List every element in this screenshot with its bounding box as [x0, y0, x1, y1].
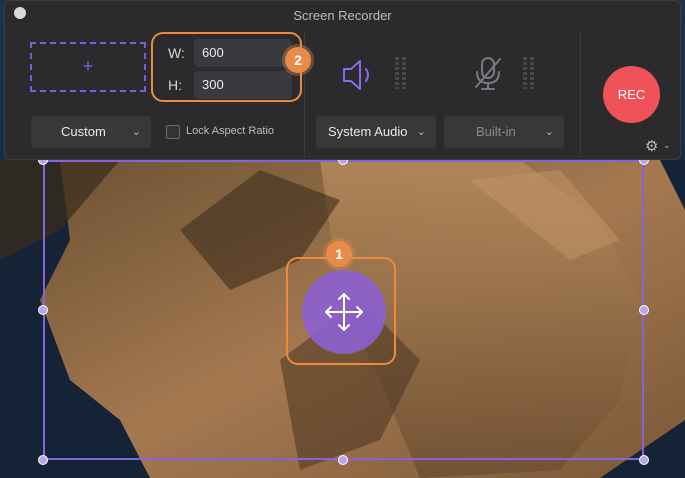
resize-handle-left[interactable] — [38, 305, 48, 315]
callout-highlight-move — [286, 257, 396, 365]
mic-level-meter — [530, 57, 534, 89]
microphone-muted-icon[interactable] — [470, 55, 506, 93]
system-audio-value: System Audio — [328, 124, 408, 139]
resize-handle-bottom-left[interactable] — [38, 455, 48, 465]
lock-aspect-checkbox[interactable] — [166, 125, 180, 139]
record-button[interactable]: REC — [603, 66, 660, 123]
title-bar: Screen Recorder — [5, 1, 680, 29]
area-preset-value: Custom — [61, 124, 106, 139]
chevron-down-icon[interactable]: ⌄ — [663, 140, 671, 151]
chevron-down-icon: ⌄ — [544, 126, 554, 138]
microphone-dropdown[interactable]: Built-in ⌄ — [444, 116, 564, 148]
callout-highlight-size — [151, 32, 302, 102]
select-area-button[interactable]: + — [30, 42, 146, 92]
chevron-down-icon: ⌄ — [131, 126, 141, 138]
callout-badge-1: 1 — [326, 241, 352, 267]
system-audio-level-meter — [395, 57, 399, 89]
window-title: Screen Recorder — [293, 8, 392, 23]
resize-handle-bottom-right[interactable] — [639, 455, 649, 465]
resize-handle-bottom[interactable] — [338, 455, 348, 465]
system-audio-dropdown[interactable]: System Audio ⌄ — [316, 116, 436, 148]
area-preset-dropdown[interactable]: Custom ⌄ — [31, 116, 151, 148]
speaker-icon[interactable] — [340, 57, 378, 93]
resize-handle-right[interactable] — [639, 305, 649, 315]
plus-label: + — [82, 56, 94, 76]
lock-aspect-label: Lock Aspect Ratio — [186, 125, 275, 137]
divider — [580, 30, 581, 158]
record-label: REC — [617, 87, 646, 102]
gear-icon[interactable]: ⚙ — [645, 137, 658, 155]
callout-badge-2: 2 — [285, 47, 311, 73]
system-audio-level-meter — [402, 57, 406, 89]
microphone-value: Built-in — [476, 124, 516, 139]
mic-level-meter — [523, 57, 527, 89]
chevron-down-icon: ⌄ — [416, 126, 426, 138]
